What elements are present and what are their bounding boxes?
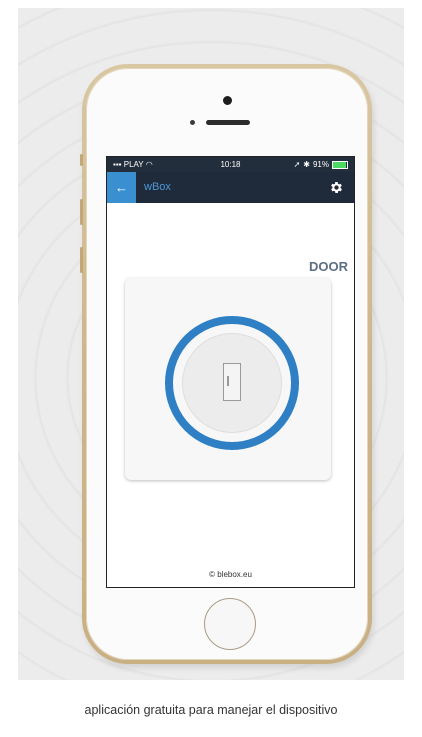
main-content: DOOR © blebox.eu xyxy=(107,203,354,587)
location-icon: ➚ xyxy=(293,160,301,169)
proximity-sensor xyxy=(190,120,195,125)
earpiece-speaker xyxy=(206,120,250,125)
battery-fill xyxy=(333,161,346,168)
app-header: ← wBox xyxy=(107,172,354,203)
phone-screen: ▪▪▪ PLAY ◠ 10:18 ➚ ✱ 91% ← wBox DOOR © b… xyxy=(106,156,355,588)
caption: aplicación gratuita para manejar el disp… xyxy=(84,703,338,717)
phone-face: ▪▪▪ PLAY ◠ 10:18 ➚ ✱ 91% ← wBox DOOR © b… xyxy=(86,68,368,660)
back-button[interactable]: ← xyxy=(107,172,136,203)
footer-link[interactable]: © blebox.eu xyxy=(107,570,354,579)
device-label: DOOR xyxy=(309,259,348,274)
door-handle xyxy=(227,376,229,386)
gear-icon xyxy=(331,182,342,193)
app-title: wBox xyxy=(144,181,171,193)
mute-switch xyxy=(80,154,83,166)
battery-icon xyxy=(332,160,348,169)
door-open-button[interactable] xyxy=(165,316,299,450)
door-icon xyxy=(223,363,241,401)
status-right: ➚ ✱ 91% xyxy=(294,157,348,172)
phone-frame: ▪▪▪ PLAY ◠ 10:18 ➚ ✱ 91% ← wBox DOOR © b… xyxy=(80,64,372,664)
door-button-inner xyxy=(183,334,281,432)
volume-down-button xyxy=(80,247,83,273)
home-button xyxy=(204,598,256,650)
settings-button[interactable] xyxy=(329,180,344,195)
volume-up-button xyxy=(80,199,83,225)
status-bar: ▪▪▪ PLAY ◠ 10:18 ➚ ✱ 91% xyxy=(107,157,354,172)
bluetooth-icon: ✱ xyxy=(303,160,310,169)
back-arrow-icon: ← xyxy=(115,180,128,195)
battery-percent: 91% xyxy=(312,160,329,169)
door-control-card xyxy=(125,278,331,480)
front-camera xyxy=(223,96,232,105)
